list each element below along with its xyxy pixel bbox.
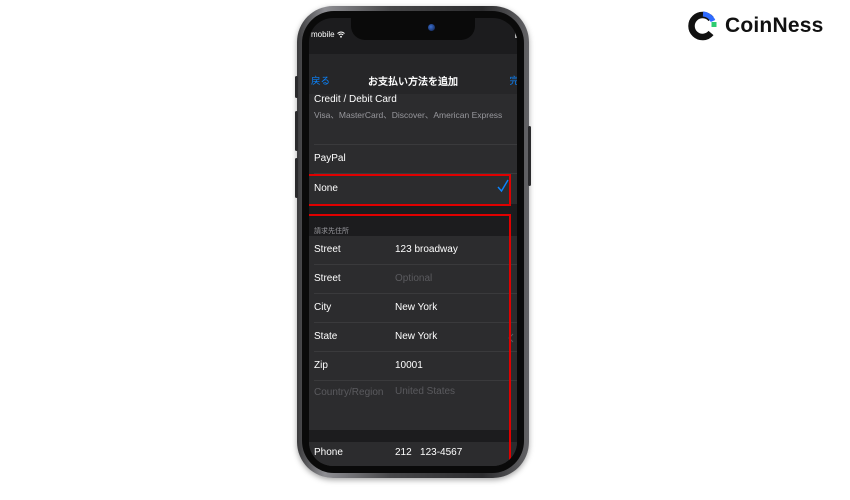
paypal-option-label: PayPal — [314, 153, 346, 164]
page-title: お支払い方法を追加 — [368, 77, 458, 88]
front-camera — [428, 24, 435, 31]
power-button — [528, 126, 531, 186]
volume-down-button — [295, 158, 298, 198]
highlight-none-option — [309, 174, 511, 206]
card-option-title: Credit / Debit Card — [314, 94, 397, 105]
status-carrier: mobile — [311, 30, 345, 39]
divider — [314, 144, 517, 145]
phone-frame: mobile ▮ 戻る お支払い方法を追加 完 Credit / Debit C… — [295, 6, 531, 478]
coinness-logo: CoinNess — [687, 11, 823, 41]
phone-screen: mobile ▮ 戻る お支払い方法を追加 完 Credit / Debit C… — [309, 18, 517, 466]
mute-switch — [295, 76, 298, 98]
brand-name: CoinNess — [725, 14, 824, 37]
navigation-bar: 戻る お支払い方法を追加 完 — [309, 54, 517, 94]
notch — [351, 18, 475, 40]
card-option-subtitle: Visa、MasterCard、Discover、American Expres… — [314, 110, 503, 120]
volume-up-button — [295, 111, 298, 151]
done-button[interactable]: 完 — [509, 73, 517, 87]
wifi-icon — [336, 31, 345, 38]
battery-icon: ▮ — [514, 30, 517, 39]
highlight-billing-address — [309, 214, 511, 466]
coinness-logo-icon — [688, 11, 717, 41]
